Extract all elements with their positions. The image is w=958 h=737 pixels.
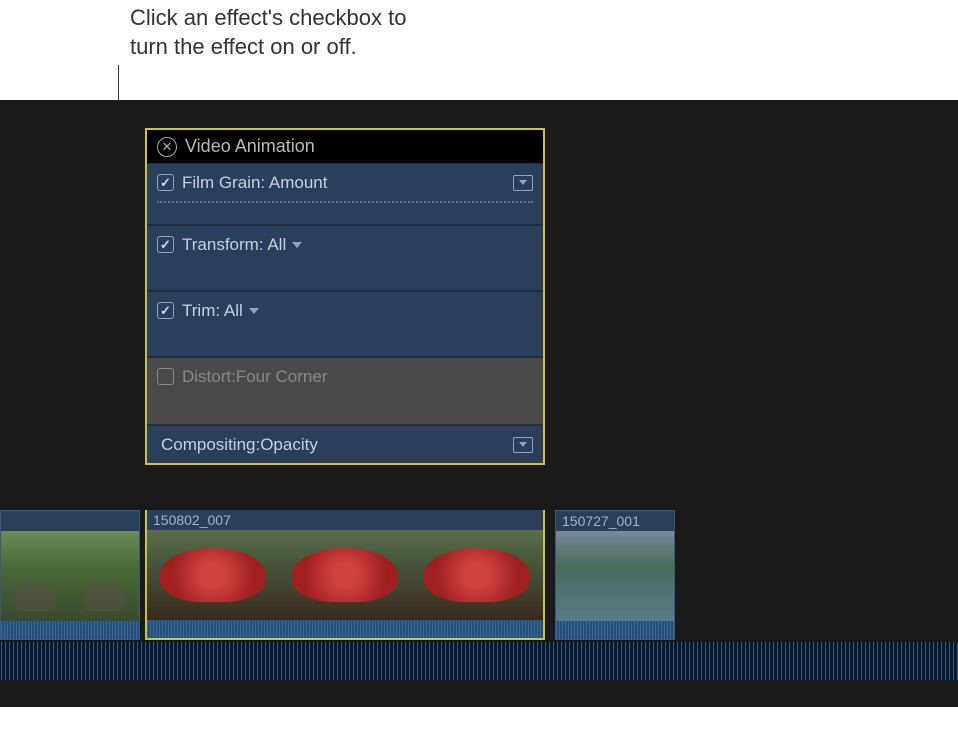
timeline-clip[interactable] — [0, 510, 140, 640]
effect-label: Distort:Four Corner — [182, 367, 533, 387]
effect-keyframe-area[interactable] — [147, 263, 543, 291]
callout-checkbox-hint: Click an effect's checkbox to turn the e… — [130, 4, 410, 61]
timeline-waveform[interactable] — [0, 642, 958, 680]
dropdown-icon[interactable] — [513, 437, 533, 453]
effect-checkbox[interactable] — [157, 302, 174, 319]
thumbnail — [411, 530, 543, 620]
timeline: 150802_007 150727_001 — [0, 510, 958, 680]
effect-row-transform: Transform: All — [147, 225, 543, 263]
thumbnail — [556, 531, 674, 621]
panel-title: Video Animation — [185, 136, 315, 157]
thumbnail — [70, 531, 139, 621]
effect-row-distort: Distort:Four Corner — [147, 357, 543, 395]
effect-row-film-grain: Film Grain: Amount — [147, 163, 543, 201]
waveform — [556, 621, 674, 639]
clip-name-label: 150802_007 — [147, 510, 543, 530]
dropdown-icon[interactable] — [513, 175, 533, 191]
close-icon[interactable]: ✕ — [157, 137, 177, 157]
chevron-down-icon[interactable] — [249, 308, 259, 314]
waveform — [0, 642, 958, 680]
clip-thumbnails — [556, 531, 674, 621]
timeline-clip[interactable]: 150727_001 — [555, 510, 675, 640]
effect-keyframe-area[interactable] — [147, 329, 543, 357]
thumbnail — [147, 530, 279, 620]
thumbnail — [1, 531, 70, 621]
audio-track[interactable] — [556, 621, 674, 639]
effect-label: Compositing:Opacity — [157, 435, 513, 455]
effect-checkbox[interactable] — [157, 236, 174, 253]
clip-thumbnails — [147, 530, 543, 620]
audio-track[interactable] — [1, 621, 139, 639]
effect-label: Trim: All — [182, 301, 533, 321]
effect-label: Transform: All — [182, 235, 533, 255]
timeline-clip-selected[interactable]: 150802_007 — [145, 510, 545, 640]
panel-header: ✕ Video Animation — [147, 130, 543, 163]
clip-name-label: 150727_001 — [556, 511, 674, 531]
effect-label: Film Grain: Amount — [182, 173, 513, 193]
effect-row-compositing: Compositing:Opacity — [147, 425, 543, 463]
waveform — [147, 620, 543, 638]
effect-row-trim: Trim: All — [147, 291, 543, 329]
effect-checkbox[interactable] — [157, 368, 174, 385]
audio-track[interactable] — [145, 620, 545, 638]
waveform — [1, 621, 139, 639]
effect-checkbox[interactable] — [157, 174, 174, 191]
effect-keyframe-area[interactable] — [147, 395, 543, 425]
chevron-down-icon[interactable] — [292, 242, 302, 248]
clip-thumbnails — [1, 531, 139, 621]
effect-keyframe-area[interactable] — [147, 201, 543, 225]
clip-name-label — [1, 511, 139, 531]
video-animation-panel: ✕ Video Animation Film Grain: Amount Tra… — [145, 128, 545, 465]
thumbnail — [279, 530, 411, 620]
